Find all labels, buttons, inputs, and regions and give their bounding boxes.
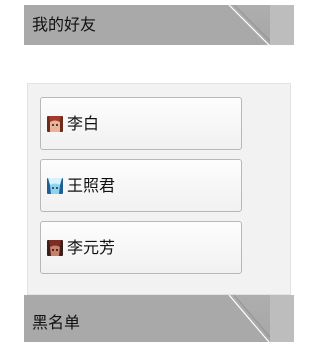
wang-zhaojun-avatar-icon [47,178,63,194]
friend-name: 王照君 [67,176,116,195]
blacklist-group-title: 黑名单 [32,313,81,332]
friend-name: 李白 [67,114,100,133]
blacklist-group-header[interactable]: 黑名单 [24,295,294,342]
friends-group-header[interactable]: 我的好友 [24,5,294,45]
li-bai-avatar-icon [47,116,63,132]
li-yuanfang-avatar-icon [47,240,63,256]
friend-name: 李元芳 [67,238,116,257]
friend-button-wang-zhaojun[interactable]: 王照君 [40,159,242,212]
friends-group-title: 我的好友 [32,15,97,34]
friend-button-li-bai[interactable]: 李白 [40,97,242,150]
friend-button-li-yuanfang[interactable]: 李元芳 [40,221,242,274]
